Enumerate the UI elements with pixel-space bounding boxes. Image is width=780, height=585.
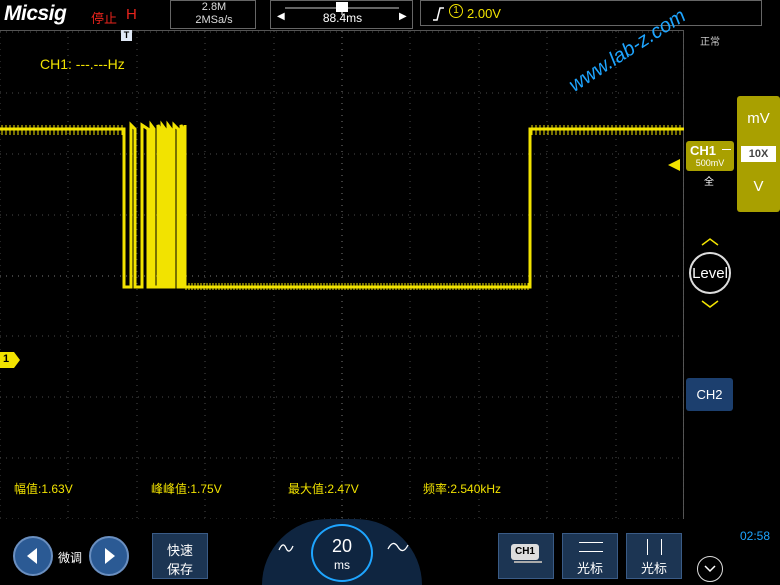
trigger-time-marker[interactable]: T	[121, 30, 132, 41]
sample-rate: 2MSa/s	[195, 14, 233, 26]
frequency-readout: CH1: ---.---Hz	[40, 56, 125, 72]
play-right-icon	[105, 548, 115, 564]
trigger-source-badge: 1	[449, 4, 463, 18]
menu-toggle-button[interactable]	[697, 556, 723, 582]
unit-mv-button[interactable]: mV	[737, 110, 780, 127]
measurement-maximum: 最大值:2.47V	[288, 482, 359, 496]
level-down-chevron-icon[interactable]	[701, 300, 719, 308]
level-up-chevron-icon[interactable]	[701, 238, 719, 246]
trigger-level-value: 2.00V	[467, 6, 501, 21]
clock: 02:58	[740, 529, 771, 543]
timebase-value: 20	[331, 536, 353, 556]
measurement-frequency: 频率:2.540kHz	[423, 482, 502, 496]
timebase-unit: ms	[334, 558, 350, 572]
vertical-cursor-button[interactable]: 光标	[626, 533, 682, 579]
cursor-line-right-icon	[661, 539, 662, 555]
quick-save-line2: 保存	[166, 562, 193, 577]
level-label: Level	[692, 265, 728, 282]
trigger-level-arrow-icon[interactable]	[668, 159, 680, 171]
vertical-scale-panel[interactable]: mV 10X V	[737, 96, 780, 212]
quick-save-button[interactable]: 快速 保存	[152, 533, 208, 579]
unit-v-button[interactable]: V	[737, 178, 780, 195]
wave-compress-icon[interactable]	[278, 541, 294, 555]
time-position-value: 88.4ms	[322, 11, 363, 25]
ch1-noise	[1, 125, 681, 290]
channel-select-button[interactable]: CH1	[498, 533, 554, 579]
fine-adjust-label: 微调	[58, 551, 83, 565]
ch1-settings-tag[interactable]: CH1 500mV	[686, 141, 734, 171]
cursor-line-top-icon	[579, 542, 603, 543]
horizontal-cursor-button[interactable]: 光标	[562, 533, 618, 579]
measurement-amplitude: 幅值:1.63V	[14, 482, 73, 496]
stack-icon	[514, 561, 542, 563]
chevron-down-icon	[704, 565, 716, 573]
ch1-marker-label: 1	[3, 353, 10, 365]
fine-left-button[interactable]	[13, 536, 53, 576]
measurement-peak-to-peak: 峰峰值:1.75V	[151, 482, 222, 496]
ch1-waveform	[0, 120, 684, 290]
dc-coupling-icon	[722, 149, 731, 150]
rising-edge-icon	[433, 7, 444, 21]
memory-depth: 2.8M	[201, 1, 227, 13]
ch2-button[interactable]: CH2	[686, 378, 733, 411]
quick-save-line1: 快速	[166, 543, 193, 558]
cursor-line-bottom-icon	[579, 551, 603, 552]
fine-right-button[interactable]	[89, 536, 129, 576]
ch1-chip: CH1	[511, 544, 539, 560]
cursor2-label: 光标	[640, 561, 667, 576]
waveform-display[interactable]	[0, 30, 684, 520]
acquisition-info-box[interactable]: 2.8M 2MSa/s	[170, 0, 256, 29]
probe-ratio-badge[interactable]: 10X	[741, 146, 776, 162]
ch1-trace	[0, 120, 684, 289]
cursor-line-left-icon	[647, 539, 648, 555]
play-left-icon	[27, 548, 37, 564]
cursor1-label: 光标	[576, 561, 603, 576]
acquisition-mode[interactable]: H	[126, 6, 137, 23]
ch1-bandwidth-label: 全	[704, 177, 714, 188]
trigger-info-box[interactable]: 1 2.00V	[420, 0, 762, 26]
trigger-mode-label[interactable]: 正常	[700, 33, 720, 48]
timebase-center[interactable]: 20 ms	[311, 524, 373, 582]
run-state-indicator[interactable]: 停止	[91, 8, 117, 27]
ch1-tag-name: CH1	[690, 143, 717, 158]
ch1-ground-marker[interactable]: 1	[0, 352, 20, 368]
horizontal-position-box[interactable]: ◀ ▶ 88.4ms	[270, 0, 413, 29]
brand-logo: Micsig	[4, 2, 67, 25]
level-knob-button[interactable]: Level	[689, 252, 731, 294]
ch1-volts-per-div: 500mV	[695, 158, 725, 168]
wave-expand-icon[interactable]	[387, 539, 409, 555]
